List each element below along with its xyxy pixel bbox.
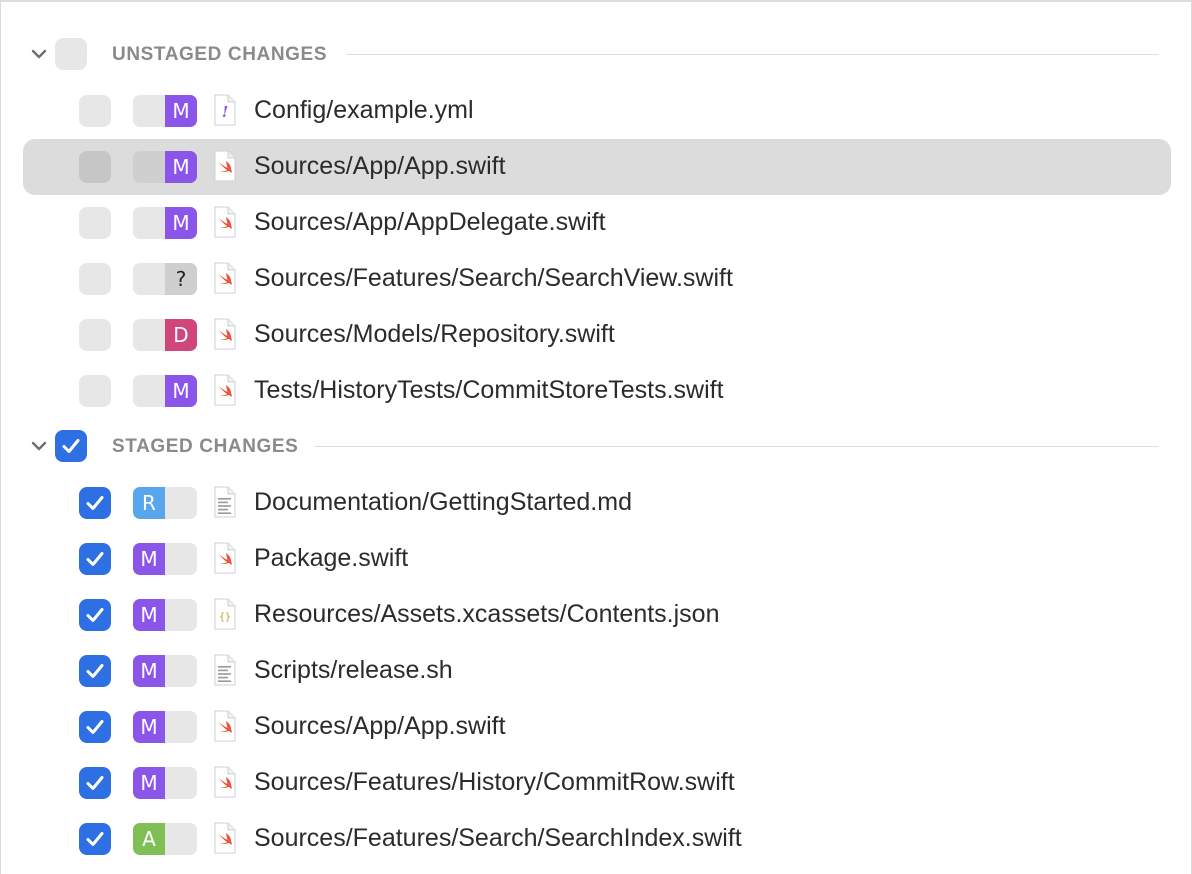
swift-file-icon [213,542,237,574]
unstage-file-checkbox[interactable] [79,655,111,687]
file-row[interactable]: M {} Resources/Assets.xcassets/Contents.js… [1,587,1192,643]
text-file-icon [213,486,237,518]
status-letter: M [165,375,197,407]
status-badge: M [133,599,197,631]
file-row[interactable]: A Sources/Features/Search/SearchIndex.swi… [1,811,1192,867]
file-path: Sources/App/App.swift [254,712,506,740]
file-row[interactable]: ? Sources/Features/Search/SearchView.swif… [1,251,1192,307]
status-letter: ? [165,263,197,295]
file-path: Package.swift [254,544,409,572]
section-divider [346,54,1159,55]
svg-text:{}: {} [219,612,231,623]
file-row[interactable]: M Sources/App/App.swift [1,699,1192,755]
chevron-down-icon[interactable] [29,44,49,64]
status-badge: M [133,655,197,687]
text-file-icon [213,654,237,686]
swift-file-icon [213,374,237,406]
status-badge: M [133,543,197,575]
unstage-all-checkbox[interactable] [55,430,87,462]
file-path: Sources/App/App.swift [254,152,506,180]
status-badge: M [133,767,197,799]
swift-file-icon [213,206,237,238]
file-path: Sources/Features/Search/SearchView.swift [254,264,733,292]
status-badge: M [133,711,197,743]
status-badge: ? [133,263,197,295]
status-badge: M [133,207,197,239]
file-path: Sources/Features/Search/SearchIndex.swif… [254,824,742,852]
stage-file-checkbox[interactable] [79,319,111,351]
file-row[interactable]: M Sources/App/AppDelegate.swift [1,195,1192,251]
unstage-file-checkbox[interactable] [79,599,111,631]
status-badge: D [133,319,197,351]
unstage-file-checkbox[interactable] [79,487,111,519]
file-path: Tests/HistoryTests/CommitStoreTests.swif… [254,376,724,404]
swift-file-icon [213,710,237,742]
status-letter: R [133,487,165,519]
swift-file-icon [213,150,237,182]
status-letter: M [165,95,197,127]
yaml-file-icon: ! [213,94,237,126]
changes-panel: UNSTAGED CHANGES M! Config/example.yml M So… [0,0,1192,874]
status-badge: A [133,823,197,855]
file-path: Documentation/GettingStarted.md [254,488,632,516]
file-row[interactable]: M Scripts/release.sh [1,643,1192,699]
file-row[interactable]: D Sources/Models/Repository.swift [1,307,1192,363]
status-badge: M [133,151,197,183]
status-badge: M [133,375,197,407]
file-row[interactable]: M Sources/App/App.swift [1,139,1192,195]
stage-file-checkbox[interactable] [79,151,111,183]
staged-section-header: STAGED CHANGES [1,428,1192,468]
unstage-file-checkbox[interactable] [79,823,111,855]
json-file-icon: {} [213,598,237,630]
status-badge: M [133,95,197,127]
unstage-file-checkbox[interactable] [79,543,111,575]
stage-file-checkbox[interactable] [79,375,111,407]
stage-file-checkbox[interactable] [79,95,111,127]
status-letter: M [133,767,165,799]
file-path: Sources/App/AppDelegate.swift [254,208,606,236]
file-path: Sources/Features/History/CommitRow.swift [254,768,735,796]
swift-file-icon [213,822,237,854]
status-letter: M [133,599,165,631]
file-path: Sources/Models/Repository.swift [254,320,615,348]
file-row[interactable]: R Documentation/GettingStarted.md [1,475,1192,531]
section-title-unstaged: UNSTAGED CHANGES [112,44,328,65]
file-row[interactable]: M! Config/example.yml [1,83,1192,139]
status-badge: R [133,487,197,519]
swift-file-icon [213,766,237,798]
swift-file-icon [213,262,237,294]
file-path: Config/example.yml [254,96,474,124]
swift-file-icon [213,318,237,350]
file-path: Scripts/release.sh [254,656,453,684]
file-row[interactable]: M Sources/Features/History/CommitRow.swif… [1,755,1192,811]
file-path: Resources/Assets.xcassets/Contents.json [254,600,720,628]
chevron-down-icon[interactable] [29,436,49,456]
stage-all-checkbox[interactable] [55,38,87,70]
svg-text:!: ! [222,103,229,121]
status-letter: A [133,823,165,855]
status-letter: M [133,655,165,687]
unstage-file-checkbox[interactable] [79,711,111,743]
unstaged-section-header: UNSTAGED CHANGES [1,36,1192,76]
file-row[interactable]: M Package.swift [1,531,1192,587]
unstage-file-checkbox[interactable] [79,767,111,799]
status-letter: M [133,543,165,575]
section-title-staged: STAGED CHANGES [112,436,299,457]
section-divider [315,446,1159,447]
stage-file-checkbox[interactable] [79,263,111,295]
stage-file-checkbox[interactable] [79,207,111,239]
status-letter: M [165,151,197,183]
status-letter: M [165,207,197,239]
file-row[interactable]: M Tests/HistoryTests/CommitStoreTests.swi… [1,363,1192,419]
status-letter: D [165,319,197,351]
status-letter: M [133,711,165,743]
